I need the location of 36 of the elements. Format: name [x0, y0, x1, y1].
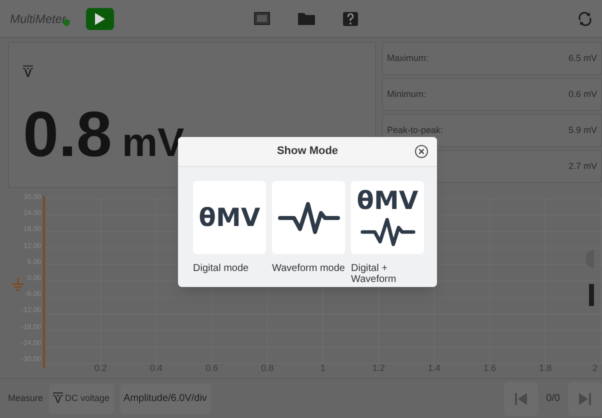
page-counter: 0/0: [546, 392, 560, 406]
mode-label: Digital + Waveform: [351, 263, 398, 285]
skip-back-icon: [515, 392, 528, 404]
waveform-icon: [278, 200, 340, 234]
digital-symbol: θMV: [356, 188, 418, 213]
play-icon: [95, 12, 106, 24]
digital-symbol: θMV: [198, 205, 260, 230]
close-button[interactable]: [415, 145, 428, 158]
help-icon[interactable]: [343, 12, 358, 26]
play-button[interactable]: [86, 8, 114, 30]
next-button[interactable]: [568, 382, 602, 416]
reading-value: 0.8: [23, 102, 112, 166]
stat-label: Peak-to-peak:: [387, 124, 444, 137]
folder-icon[interactable]: [298, 12, 315, 24]
ground-marker-icon: [12, 278, 24, 292]
app-title: MultiMeter: [10, 10, 66, 28]
stat-label: Minimum:: [387, 88, 426, 101]
mode-label: Digital mode: [193, 263, 250, 274]
skip-forward-icon: [579, 392, 591, 404]
reading-unit: mV: [122, 123, 184, 163]
dialog-title: Show Mode: [276, 144, 338, 160]
stat-value: 6.5 mV: [568, 52, 597, 65]
stat-value: 0.6 mV: [568, 88, 597, 101]
mode-option[interactable]: [272, 181, 345, 254]
previous-button[interactable]: [504, 382, 538, 416]
screen-icon[interactable]: [254, 12, 270, 24]
stat-value: 5.9 mV: [568, 124, 597, 137]
stat-label: Maximum:: [387, 52, 429, 65]
close-icon: [419, 149, 424, 154]
mode-option[interactable]: θMV: [193, 181, 266, 254]
mode-label: Waveform mode: [272, 263, 346, 274]
stat-value: 2.7 mV: [568, 160, 597, 173]
mode-option[interactable]: θMV: [351, 181, 424, 254]
refresh-icon[interactable]: [578, 12, 592, 26]
measure-label: Measure: [8, 392, 44, 405]
waveform-icon: [360, 217, 416, 247]
